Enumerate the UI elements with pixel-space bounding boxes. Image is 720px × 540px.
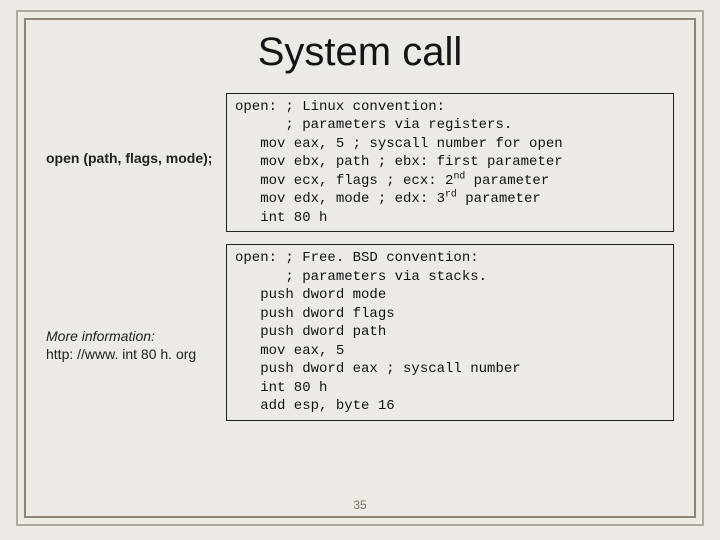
- more-info: More information: http: //www. int 80 h.…: [46, 327, 220, 363]
- slide: System call open (path, flags, mode); Mo…: [0, 0, 720, 540]
- code-line: mov ecx, flags ; ecx: 2nd parameter: [235, 173, 549, 189]
- more-info-url: http: //www. int 80 h. org: [46, 346, 196, 362]
- code-line: mov eax, 5: [235, 343, 344, 359]
- code-line: push dword eax ; syscall number: [235, 361, 521, 377]
- code-line: ; parameters via registers.: [235, 117, 512, 133]
- content-row: open (path, flags, mode); More informati…: [46, 93, 674, 433]
- code-line: mov edx, mode ; edx: 3rd parameter: [235, 191, 541, 207]
- code-line: open: ; Linux convention:: [235, 99, 445, 115]
- more-info-label: More information:: [46, 328, 155, 344]
- code-line: int 80 h: [235, 380, 327, 396]
- spacer: [46, 93, 220, 149]
- left-column: open (path, flags, mode); More informati…: [46, 93, 226, 364]
- open-call-label: open (path, flags, mode);: [46, 149, 220, 167]
- slide-number: 35: [26, 498, 694, 512]
- code-linux: open: ; Linux convention: ; parameters v…: [235, 98, 665, 227]
- code-line: mov eax, 5 ; syscall number for open: [235, 136, 563, 152]
- code-line: add esp, byte 16: [235, 398, 395, 414]
- spacer: [46, 167, 220, 327]
- code-freebsd: open: ; Free. BSD convention: ; paramete…: [235, 249, 665, 415]
- slide-title: System call: [46, 30, 674, 75]
- inner-frame: System call open (path, flags, mode); Mo…: [24, 18, 696, 518]
- code-line: ; parameters via stacks.: [235, 269, 487, 285]
- code-line: mov ebx, path ; ebx: first parameter: [235, 154, 563, 170]
- code-line: int 80 h: [235, 210, 327, 226]
- right-column: open: ; Linux convention: ; parameters v…: [226, 93, 674, 433]
- code-line: open: ; Free. BSD convention:: [235, 250, 479, 266]
- code-line: push dword path: [235, 324, 386, 340]
- code-line: push dword flags: [235, 306, 395, 322]
- code-box-linux: open: ; Linux convention: ; parameters v…: [226, 93, 674, 232]
- code-box-freebsd: open: ; Free. BSD convention: ; paramete…: [226, 244, 674, 420]
- code-line: push dword mode: [235, 287, 386, 303]
